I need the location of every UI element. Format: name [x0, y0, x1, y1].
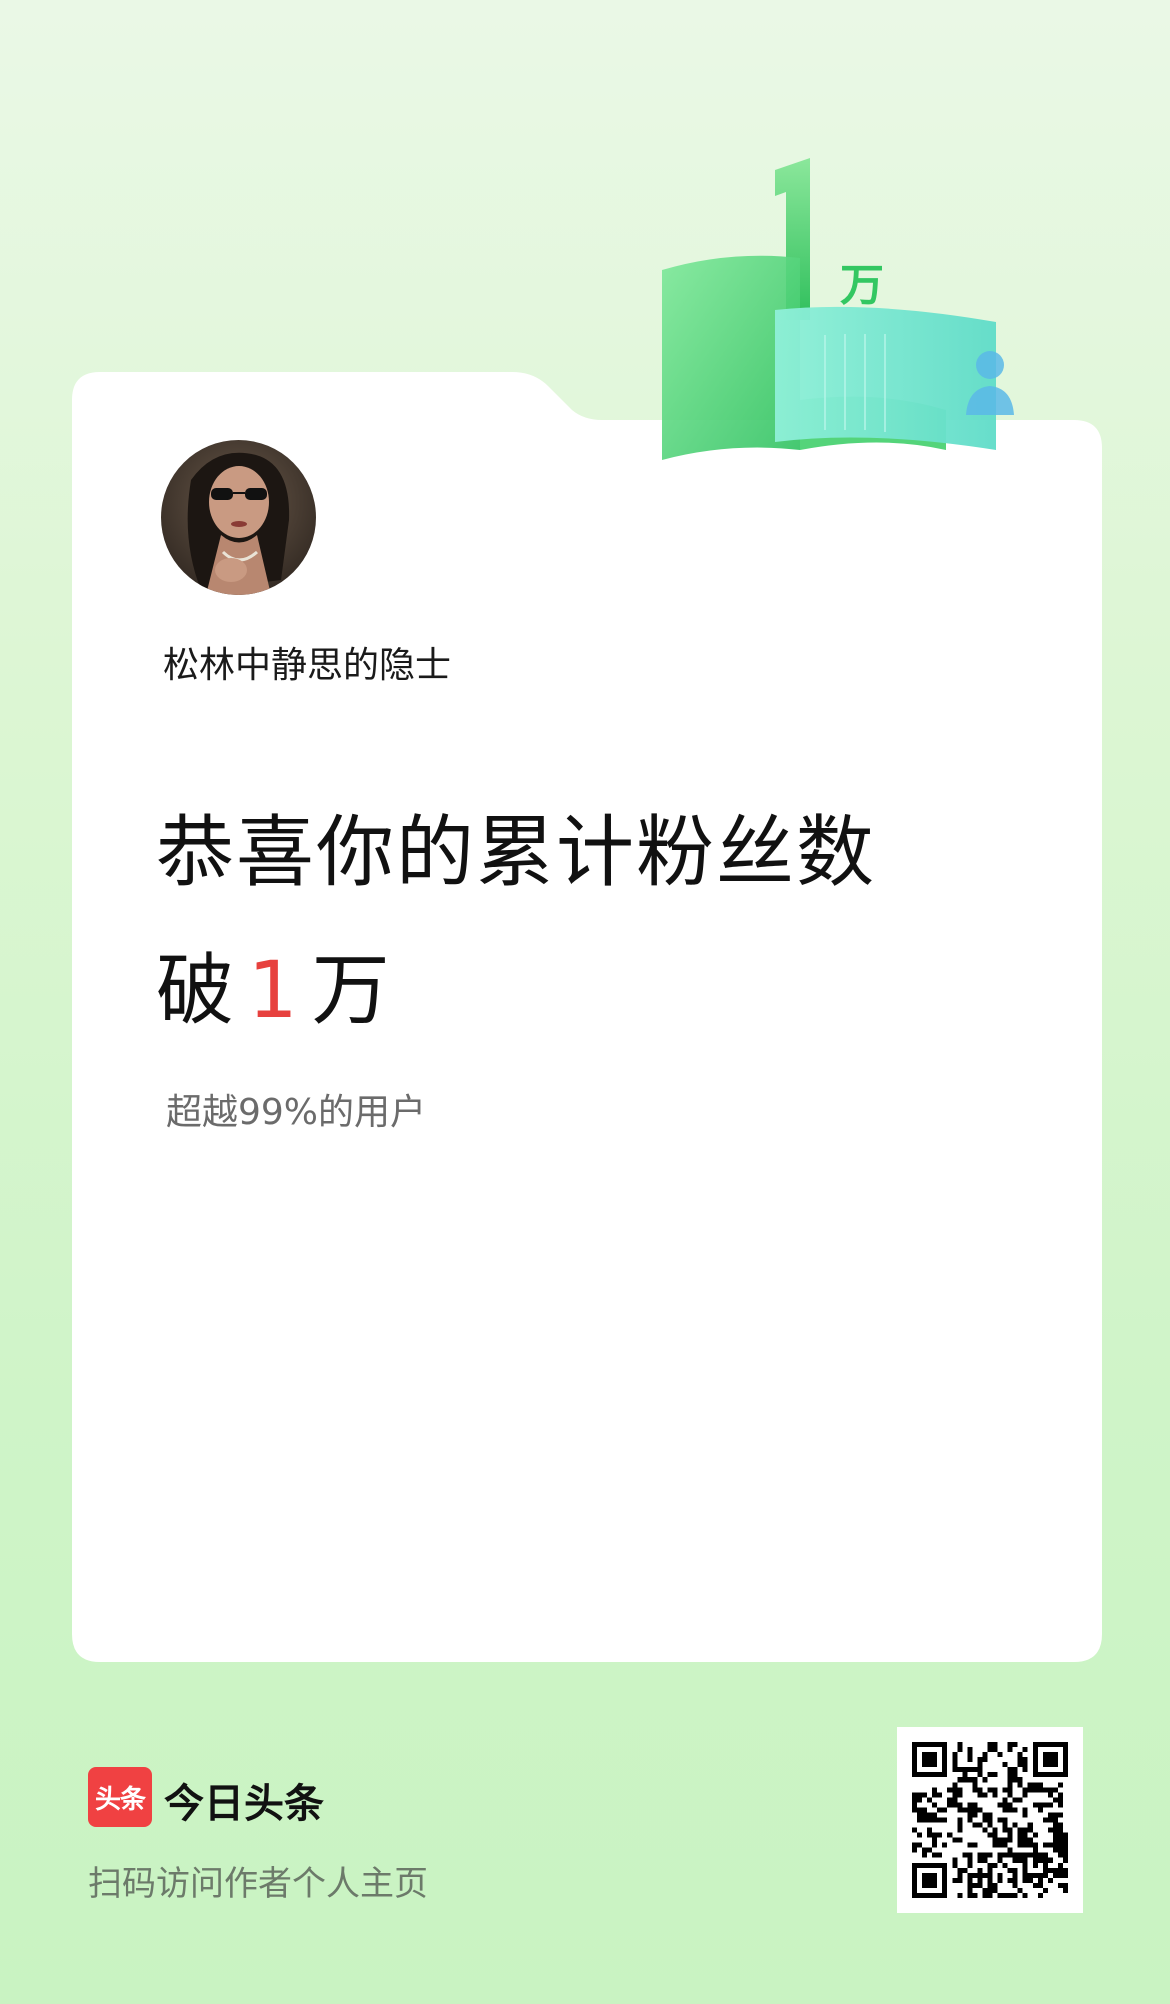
qr-caption: 扫码访问作者个人主页	[88, 1864, 428, 1904]
milestone-subtext: 超越99%的用户	[166, 1092, 427, 1133]
brand-name: 今日头条	[164, 1781, 324, 1827]
fans-milestone-badge-illustration: 万	[650, 150, 1030, 500]
milestone-unit: 万	[311, 946, 390, 1036]
qr-code[interactable]	[897, 1727, 1083, 1913]
qr-code-icon	[912, 1742, 1068, 1898]
author-name: 松林中静思的隐士	[163, 645, 452, 686]
milestone-headline: 恭喜你的累计粉丝数	[156, 808, 877, 898]
svg-text:万: 万	[840, 260, 884, 311]
milestone-prefix: 破	[156, 946, 235, 1036]
milestone-number: 1	[248, 946, 298, 1036]
milestone-value: 破1万	[156, 928, 390, 1040]
avatar[interactable]	[161, 440, 316, 595]
toutiao-logo: 头条	[88, 1767, 152, 1827]
